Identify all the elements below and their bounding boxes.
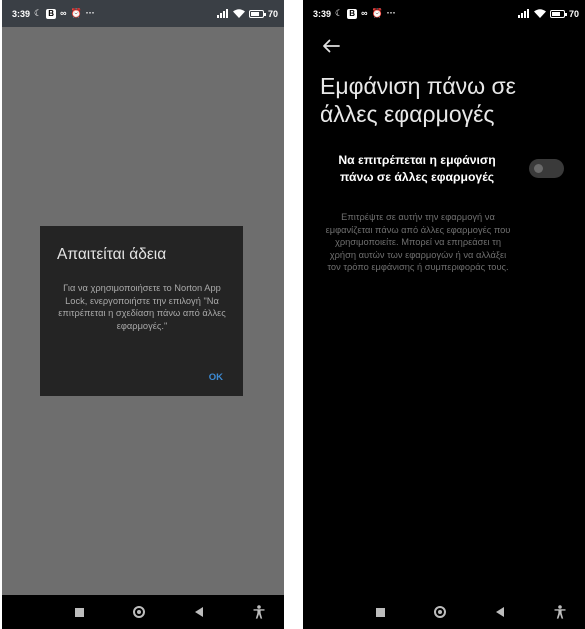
allow-display-toggle[interactable] [529,159,564,178]
signal-icon [517,9,530,18]
home-button[interactable] [433,605,447,619]
back-arrow-icon [323,39,340,53]
setting-description: Επιτρέψτε σε αυτήν την εφαρμογή να εμφαν… [325,212,511,273]
recents-icon [74,607,84,617]
allow-display-over-apps-row[interactable]: Να επιτρέπεται η εμφάνιση πάνω σε άλλες … [320,152,570,188]
more-icon: ··· [85,8,95,18]
back-button[interactable] [493,605,507,619]
battery-icon [248,9,266,18]
wifi-icon [232,9,245,18]
navigation-bar [303,595,585,629]
battery-text: 70 [568,8,579,19]
status-bar: 3:39 ☾ B ∞ ⏰ ··· 70 [2,0,284,27]
back-arrow-button[interactable] [321,38,345,58]
back-triangle-icon [195,607,203,617]
ok-button[interactable]: OK [209,372,223,383]
alarm-icon: ⏰ [70,8,82,18]
moon-icon: ☾ [335,8,344,18]
alarm-icon: ⏰ [371,8,383,18]
infinity-icon: ∞ [60,8,67,18]
more-icon: ··· [386,8,396,18]
b-badge-icon: B [347,8,358,19]
accessibility-icon [554,605,566,619]
home-icon [434,606,446,618]
status-time: 3:39 [313,8,332,19]
page-title: Εμφάνιση πάνω σε άλλες εφαρμογές [320,73,516,127]
recents-button[interactable] [72,605,86,619]
permission-dialog: Απαιτείται άδεια Για να χρησιμοποιήσετε … [40,226,243,396]
back-button[interactable] [192,605,206,619]
right-phone-screen: 3:39 ☾ B ∞ ⏰ ··· 70 Εμφάνιση πάνω σε άλλ… [303,0,585,629]
status-left: 3:39 ☾ B ∞ ⏰ ··· [12,8,95,19]
status-right: 70 [517,8,579,19]
status-bar: 3:39 ☾ B ∞ ⏰ ··· 70 [303,0,585,27]
toggle-knob [534,164,543,173]
accessibility-button[interactable] [252,605,266,619]
accessibility-icon [253,605,265,619]
navigation-bar [2,595,284,629]
battery-text: 70 [267,8,278,19]
wifi-icon [533,9,546,18]
accessibility-button[interactable] [553,605,567,619]
signal-icon [216,9,229,18]
dialog-title: Απαιτείται άδεια [57,246,167,263]
home-icon [133,606,145,618]
setting-label: Να επιτρέπεται η εμφάνιση πάνω σε άλλες … [338,153,496,184]
b-badge-icon: B [46,8,57,19]
status-left: 3:39 ☾ B ∞ ⏰ ··· [313,8,396,19]
moon-icon: ☾ [34,8,43,18]
status-time: 3:39 [12,8,31,19]
infinity-icon: ∞ [361,8,368,18]
home-button[interactable] [132,605,146,619]
dialog-message: Για να χρησιμοποιήσετε το Norton App Loc… [58,283,226,331]
recents-button[interactable] [373,605,387,619]
left-phone-screen: 3:39 ☾ B ∞ ⏰ ··· 70 Απαιτείται άδεια Για… [2,0,284,629]
recents-icon [375,607,385,617]
back-triangle-icon [496,607,504,617]
status-right: 70 [216,8,278,19]
battery-icon [549,9,567,18]
